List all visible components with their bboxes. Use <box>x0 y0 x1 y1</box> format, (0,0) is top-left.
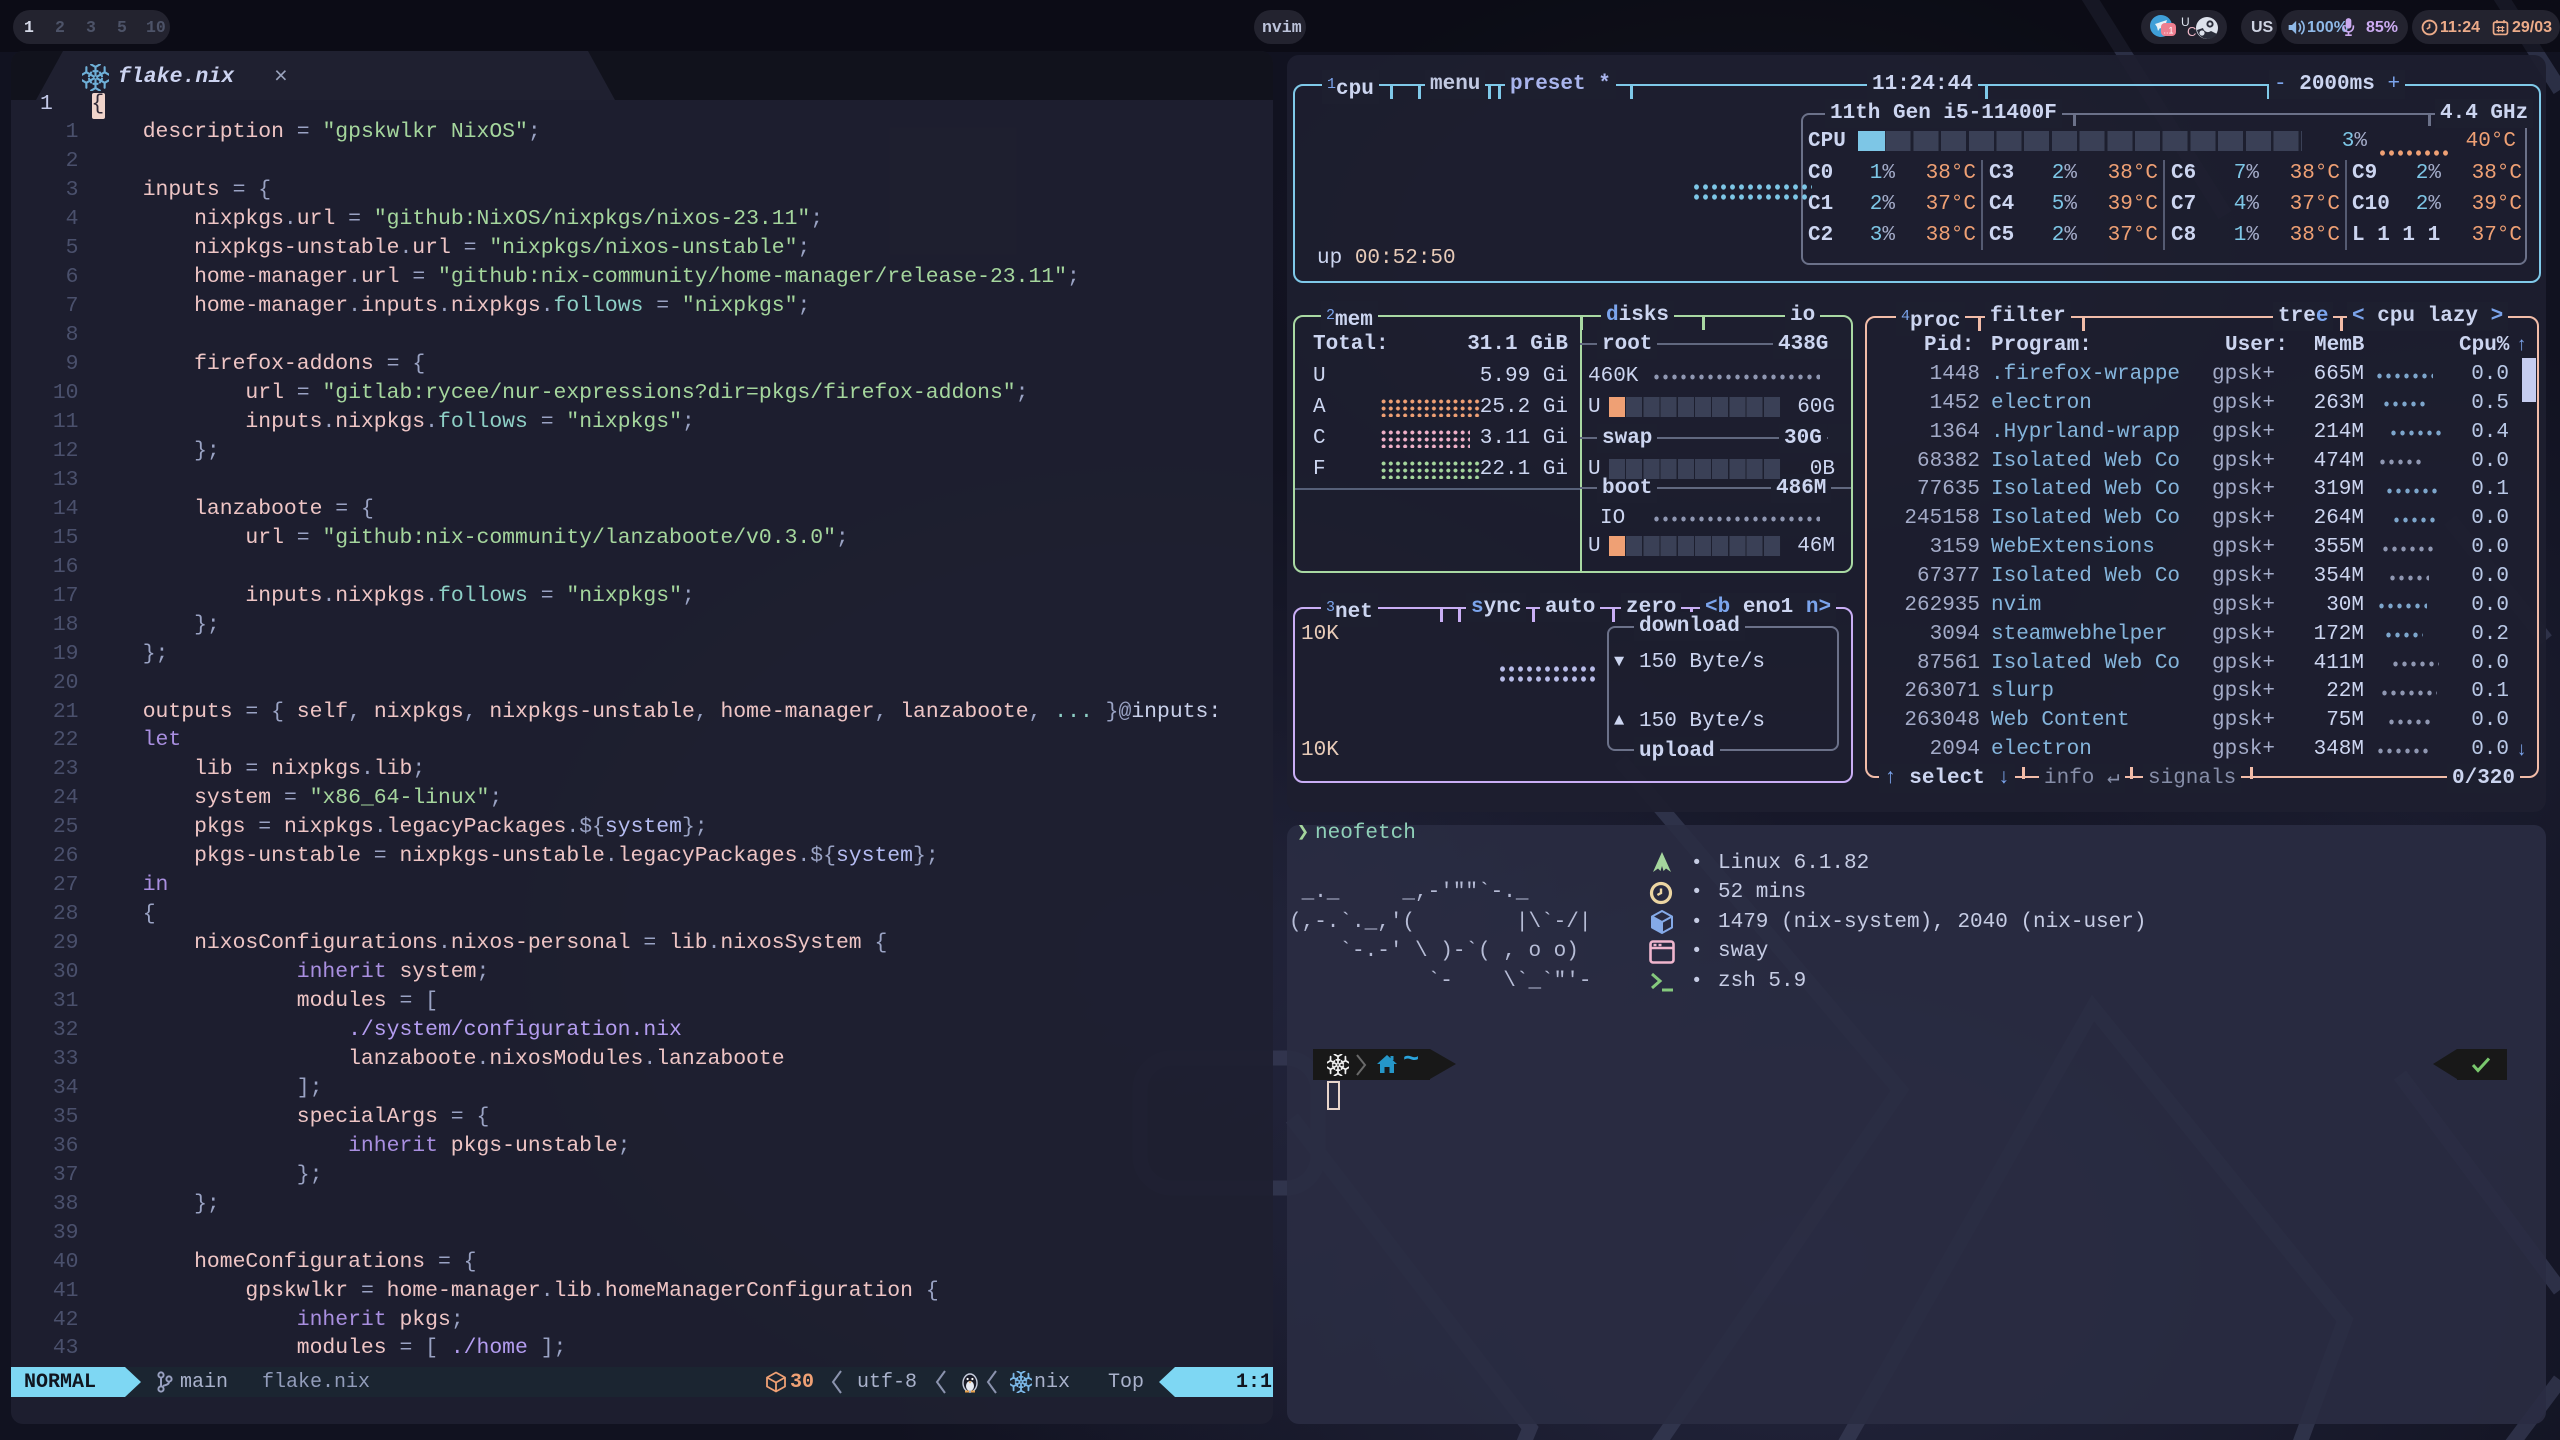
svg-text:..1: ..1 <box>2163 26 2173 36</box>
svg-text:C: C <box>2187 24 2196 39</box>
